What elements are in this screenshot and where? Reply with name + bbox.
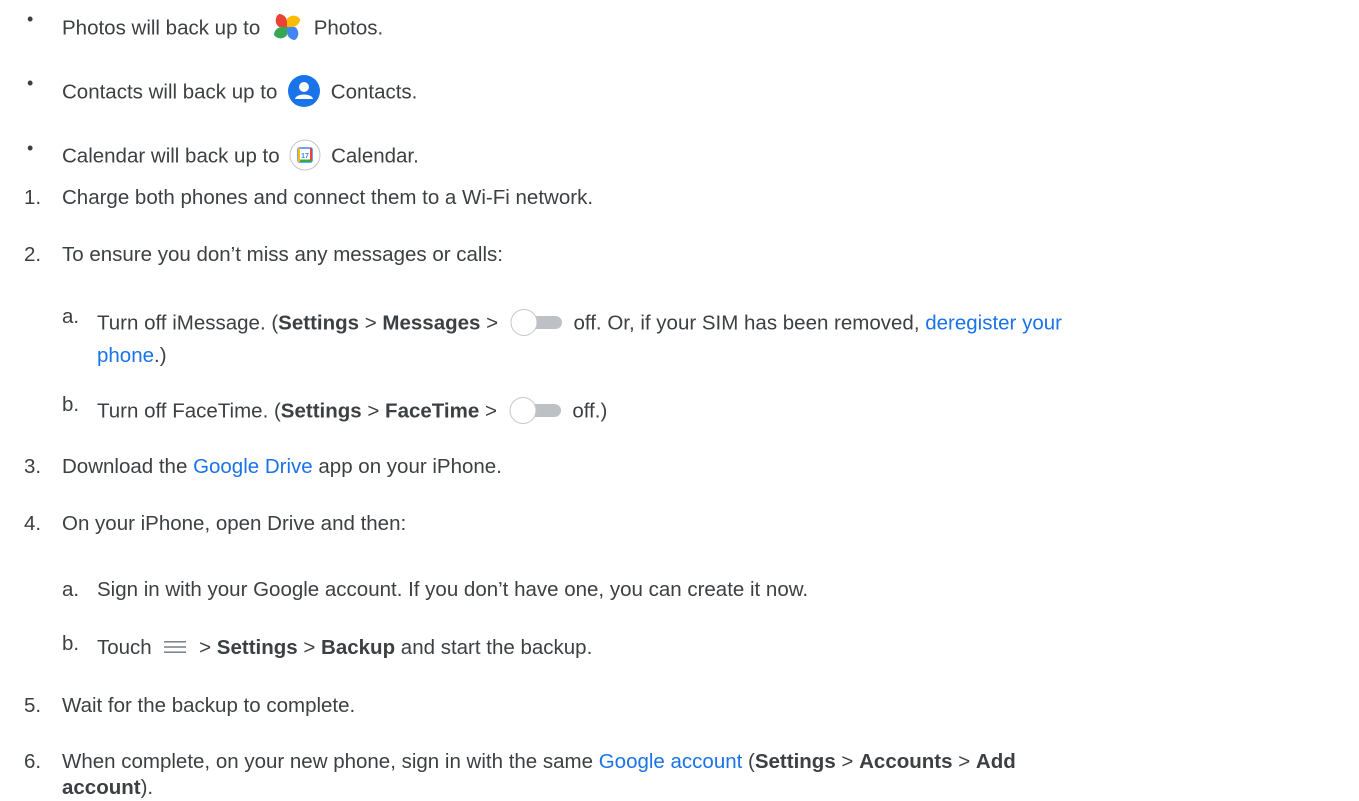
settings-label: Settings (216, 636, 298, 659)
facetime-toggle[interactable] (507, 394, 563, 426)
step-number: 2. (24, 243, 42, 266)
bullet-text-after: Calendar. (331, 144, 419, 168)
google-contacts-icon (287, 74, 321, 108)
messages-label: Messages (382, 311, 481, 335)
menu-icon (163, 635, 187, 659)
step-number: 5. (24, 694, 42, 717)
step-number: 1. (24, 186, 42, 209)
bullet-text-after: Photos. (313, 16, 384, 40)
bullet-calendar: Calendar will back up to 17 Calendar. (62, 139, 419, 173)
facetime-label: FaceTime (385, 399, 480, 423)
step-4b-text: Touch > Settings > Backup and start the … (97, 635, 593, 659)
substep-letter: a. (62, 305, 80, 328)
bullet-photos: Photos will back up to Photos. (62, 12, 383, 46)
accounts-label: Accounts (859, 750, 953, 773)
settings-label: Settings (754, 750, 836, 773)
bullet-text-before: Photos will back up to (62, 16, 261, 40)
add-label: Add (975, 750, 1016, 773)
step-2-text: To ensure you don’t miss any messages or… (62, 243, 503, 266)
bullet-marker: • (27, 9, 34, 29)
step-number: 4. (24, 512, 42, 535)
google-account-link[interactable]: Google account (599, 750, 743, 773)
account-label: account (62, 776, 141, 799)
step-6-text-cont: account). (62, 776, 154, 799)
step-5-text: Wait for the backup to complete. (62, 694, 356, 717)
calendar-date-number: 17 (301, 153, 309, 160)
bullet-text-after: Contacts. (330, 80, 418, 104)
step-number: 3. (24, 455, 42, 478)
deregister-phone-link-cont[interactable]: phone (97, 344, 154, 367)
bullet-marker: • (27, 138, 34, 158)
step-3-text: Download the Google Drive app on your iP… (62, 455, 502, 478)
google-photos-icon (270, 10, 304, 44)
step-4a-text: Sign in with your Google account. If you… (97, 578, 809, 601)
settings-label: Settings (280, 399, 362, 423)
step-4-text: On your iPhone, open Drive and then: (62, 512, 407, 535)
step-number: 6. (24, 750, 42, 773)
bullet-text-before: Calendar will back up to (62, 144, 280, 168)
deregister-phone-link[interactable]: deregister your (925, 311, 1062, 334)
substep-letter: a. (62, 578, 80, 601)
google-drive-link[interactable]: Google Drive (193, 455, 313, 478)
settings-label: Settings (278, 311, 360, 335)
google-calendar-icon: 17 (289, 139, 321, 171)
step-1-text: Charge both phones and connect them to a… (62, 186, 594, 209)
step-6-text: When complete, on your new phone, sign i… (62, 750, 1016, 773)
step-2a-text-cont: phone.) (97, 344, 167, 367)
substep-letter: b. (62, 393, 80, 416)
step-2b-text: Turn off FaceTime. (Settings > FaceTime … (97, 396, 607, 428)
bullet-contacts: Contacts will back up to Contacts. (62, 74, 418, 110)
substep-letter: b. (62, 632, 80, 655)
backup-label: Backup (321, 636, 396, 659)
imessage-toggle[interactable] (508, 306, 564, 338)
bullet-text-before: Contacts will back up to (62, 80, 278, 104)
bullet-marker: • (27, 73, 34, 93)
step-2a-text: Turn off iMessage. (Settings > Messages … (97, 308, 1062, 340)
